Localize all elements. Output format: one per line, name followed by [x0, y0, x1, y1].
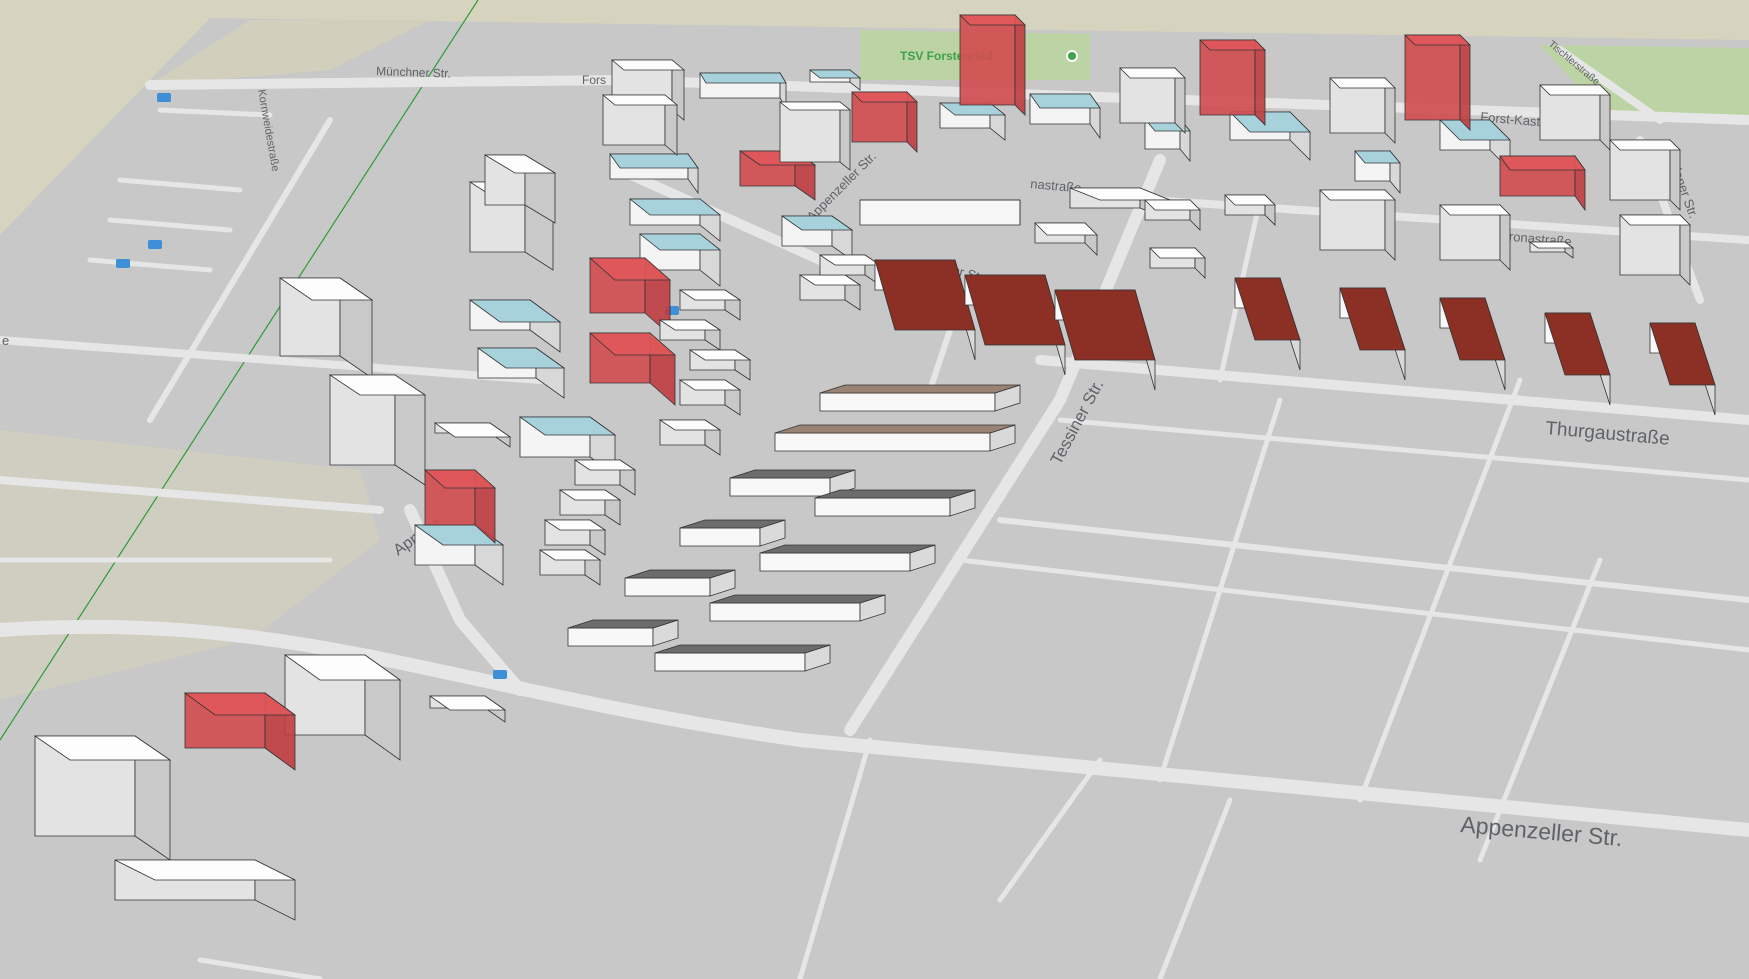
building[interactable]: [1619, 214, 1691, 286]
building[interactable]: [679, 519, 786, 547]
building-highlighted[interactable]: [1199, 39, 1266, 126]
map-3d-viewport[interactable]: Appenzeller Str. Thurgaustraße Tessiner …: [0, 0, 1749, 979]
building[interactable]: [1439, 204, 1511, 271]
building[interactable]: [778, 101, 852, 171]
building-highlighted[interactable]: [1404, 34, 1471, 131]
street-label-muenchner: Münchner Str.: [376, 64, 451, 81]
building[interactable]: [819, 384, 1021, 412]
building[interactable]: [709, 594, 886, 622]
building-highlighted[interactable]: [959, 14, 1026, 116]
building[interactable]: [1609, 139, 1681, 211]
building[interactable]: [624, 569, 736, 597]
park-pin-icon[interactable]: [1066, 50, 1078, 62]
building[interactable]: [814, 489, 976, 517]
building[interactable]: [1329, 77, 1396, 144]
city-model-view[interactable]: Appenzeller Str. Thurgaustraße Tessiner …: [0, 0, 1749, 979]
building[interactable]: [1539, 84, 1611, 151]
building[interactable]: [859, 199, 1021, 226]
building[interactable]: [759, 544, 936, 572]
bus-stop-icon[interactable]: [148, 240, 162, 249]
bus-stop-icon[interactable]: [157, 93, 171, 102]
bus-stop-icon[interactable]: [493, 670, 507, 679]
building[interactable]: [1119, 67, 1186, 134]
street-label-forst-partial: Fors: [582, 73, 606, 87]
bus-stop-icon[interactable]: [116, 259, 130, 268]
building[interactable]: [567, 619, 679, 647]
building[interactable]: [774, 424, 1016, 452]
street-label-left-e: e: [2, 333, 9, 348]
building[interactable]: [654, 644, 831, 672]
building[interactable]: [1319, 189, 1396, 261]
